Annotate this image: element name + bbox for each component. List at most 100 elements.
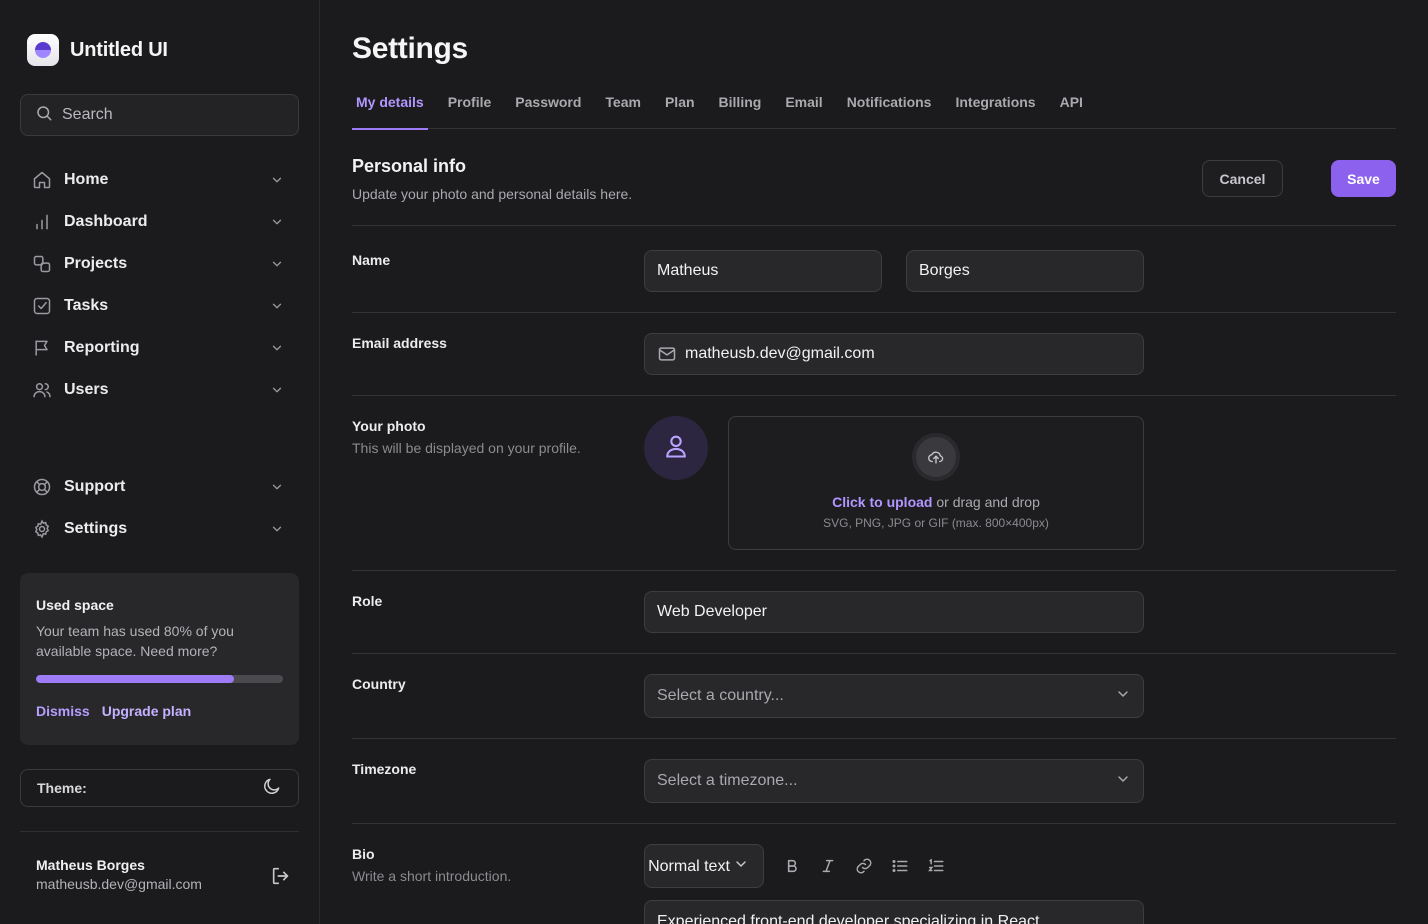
sidebar-item-projects[interactable]: Projects: [20, 243, 299, 285]
life-buoy-icon: [32, 477, 52, 497]
tab-profile[interactable]: Profile: [444, 86, 496, 129]
numbered-list-icon[interactable]: [922, 852, 950, 880]
theme-toggle[interactable]: Theme:: [20, 769, 299, 807]
chevron-down-icon[interactable]: [269, 340, 285, 356]
photo-upload-dropzone[interactable]: Click to upload or drag and drop SVG, PN…: [728, 416, 1144, 550]
link-icon[interactable]: [850, 852, 878, 880]
text-style-select[interactable]: Normal text: [644, 844, 764, 888]
chevron-down-icon[interactable]: [269, 172, 285, 188]
divider: [352, 653, 1396, 654]
tab-my-details[interactable]: My details: [352, 86, 428, 130]
save-button[interactable]: Save: [1331, 160, 1396, 197]
chevron-down-icon[interactable]: [269, 256, 285, 272]
text-style-value: Normal text: [648, 857, 730, 875]
chevron-down-icon[interactable]: [269, 382, 285, 398]
sidebar-item-label: Tasks: [64, 297, 109, 314]
avatar: [644, 416, 708, 480]
sidebar-item-support[interactable]: Support: [20, 466, 299, 508]
tab-billing[interactable]: Billing: [715, 86, 766, 129]
sidebar-item-dashboard[interactable]: Dashboard: [20, 201, 299, 243]
country-label: Country: [352, 676, 406, 692]
sidebar-item-label: Support: [64, 478, 126, 495]
email-label: Email address: [352, 335, 447, 351]
bulleted-list-icon[interactable]: [886, 852, 914, 880]
chevron-down-icon[interactable]: [269, 479, 285, 495]
sidebar-item-reporting[interactable]: Reporting: [20, 327, 299, 369]
search-input[interactable]: [62, 106, 262, 124]
used-space-text: Your team has used 80% of you available …: [36, 623, 234, 659]
dismiss-link[interactable]: Dismiss: [36, 703, 90, 719]
tab-team[interactable]: Team: [601, 86, 645, 129]
account-name: Matheus Borges: [36, 857, 145, 873]
country-select[interactable]: Select a country...: [644, 674, 1144, 718]
sidebar-item-home[interactable]: Home: [20, 159, 299, 201]
chevron-down-icon: [1115, 686, 1131, 707]
main-nav: Home Dashboard Projects Tasks Reporting …: [20, 159, 299, 411]
chevron-down-icon[interactable]: [269, 298, 285, 314]
click-to-upload-link[interactable]: Click to upload: [832, 494, 932, 510]
last-name-input[interactable]: [919, 262, 1131, 280]
tab-integrations[interactable]: Integrations: [951, 86, 1039, 129]
timezone-select[interactable]: Select a timezone...: [644, 759, 1144, 803]
sidebar-item-label: Settings: [64, 520, 128, 537]
used-space-card: Used space Your team has used 80% of you…: [20, 573, 299, 745]
tab-api[interactable]: API: [1056, 86, 1087, 129]
brand[interactable]: Untitled UI: [27, 34, 168, 66]
role-label: Role: [352, 593, 383, 609]
brand-logo-icon: [27, 34, 59, 66]
sidebar-item-label: Home: [64, 171, 109, 188]
check-square-icon: [32, 296, 52, 316]
main-content: Settings My details Profile Password Tea…: [352, 0, 1396, 924]
bio-text: Experienced front-end developer speciali…: [657, 913, 1040, 924]
email-field[interactable]: [644, 333, 1144, 375]
users-icon: [32, 380, 52, 400]
sidebar-item-users[interactable]: Users: [20, 369, 299, 411]
flag-icon: [32, 338, 52, 358]
logout-icon[interactable]: [270, 865, 292, 887]
tab-notifications[interactable]: Notifications: [843, 86, 936, 129]
tab-plan[interactable]: Plan: [661, 86, 699, 129]
gear-icon: [32, 519, 52, 539]
email-input[interactable]: [685, 345, 1131, 363]
upload-text: Click to upload or drag and drop: [729, 494, 1143, 510]
divider: [352, 738, 1396, 739]
last-name-field[interactable]: [906, 250, 1144, 292]
user-icon: [662, 432, 690, 465]
first-name-input[interactable]: [657, 262, 869, 280]
first-name-field[interactable]: [644, 250, 882, 292]
chevron-down-icon[interactable]: [269, 214, 285, 230]
bio-toolbar: Normal text: [644, 844, 950, 888]
sidebar-item-label: Users: [64, 381, 109, 398]
sidebar-item-tasks[interactable]: Tasks: [20, 285, 299, 327]
chevron-down-icon: [1115, 771, 1131, 792]
home-icon: [32, 170, 52, 190]
used-space-progress-fill: [36, 675, 234, 683]
timezone-label: Timezone: [352, 761, 417, 777]
sidebar-item-settings[interactable]: Settings: [20, 508, 299, 550]
role-input[interactable]: [657, 603, 1131, 621]
tab-email[interactable]: Email: [781, 86, 826, 129]
divider: [352, 570, 1396, 571]
chevron-down-icon[interactable]: [269, 521, 285, 537]
upload-drag-text: or drag and drop: [932, 494, 1040, 510]
photo-hint: This will be displayed on your profile.: [352, 440, 581, 456]
divider: [352, 395, 1396, 396]
upload-hint: SVG, PNG, JPG or GIF (max. 800×400px): [823, 516, 1049, 530]
tab-password[interactable]: Password: [511, 86, 585, 129]
photo-label: Your photo: [352, 418, 426, 434]
theme-label: Theme:: [37, 780, 87, 796]
name-label: Name: [352, 252, 391, 268]
search-box[interactable]: [20, 94, 299, 136]
italic-icon[interactable]: [814, 852, 842, 880]
layers-icon: [32, 254, 52, 274]
bio-textarea[interactable]: Experienced front-end developer speciali…: [644, 900, 1144, 924]
account-email: matheusb.dev@gmail.com: [36, 876, 202, 892]
bold-icon[interactable]: [778, 852, 806, 880]
upgrade-plan-link[interactable]: Upgrade plan: [102, 703, 191, 719]
cancel-button[interactable]: Cancel: [1202, 160, 1283, 197]
mail-icon: [657, 344, 677, 364]
page-title: Settings: [352, 32, 468, 65]
moon-icon[interactable]: [262, 776, 282, 801]
role-field[interactable]: [644, 591, 1144, 633]
sidebar-item-label: Projects: [64, 255, 128, 272]
